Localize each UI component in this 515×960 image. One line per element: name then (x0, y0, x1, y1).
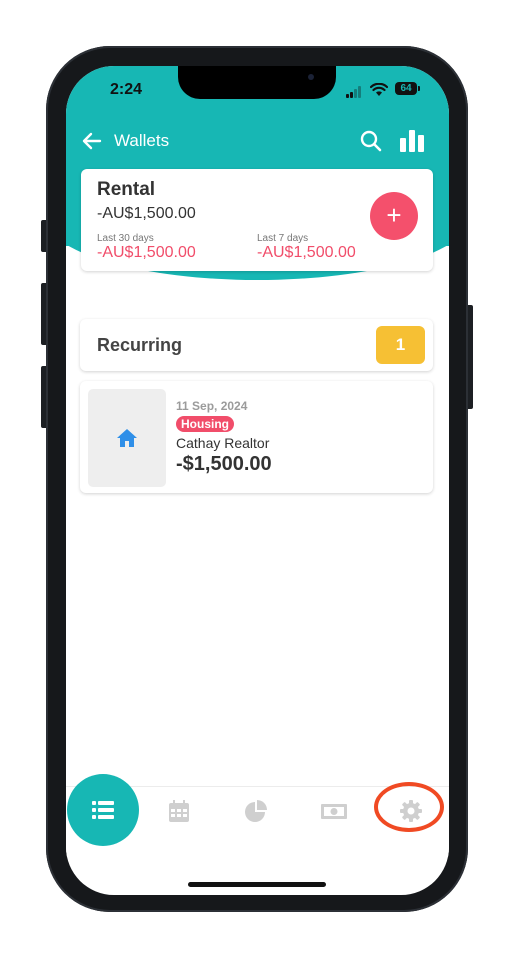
cash-icon[interactable] (320, 799, 348, 823)
signal-icon (346, 86, 364, 98)
wifi-icon (370, 83, 388, 96)
transaction-card[interactable]: 11 Sep, 2024 Housing Cathay Realtor -$1,… (80, 381, 433, 493)
last-30-days-value: -AU$1,500.00 (97, 244, 196, 261)
status-time: 2:24 (110, 81, 143, 98)
category-badge: Housing (176, 416, 234, 432)
settings-highlight-circle (374, 782, 444, 832)
last-7-days-value: -AU$1,500.00 (257, 244, 356, 261)
phone-silent-switch (41, 220, 46, 252)
app-bar: Wallets (66, 126, 449, 156)
wallet-summary-card[interactable]: Rental -AU$1,500.00 Last 30 days -AU$1,5… (81, 169, 433, 271)
recurring-count-badge: 1 (376, 326, 425, 364)
home-indicator (188, 882, 326, 887)
bar-chart-icon[interactable] (399, 129, 425, 153)
wallet-name: Rental (97, 179, 156, 200)
transaction-amount: -$1,500.00 (176, 453, 272, 475)
battery-tip (418, 86, 420, 91)
phone-volume-up (41, 283, 46, 345)
phone-power-button (468, 305, 473, 409)
pie-chart-icon[interactable] (244, 799, 268, 823)
last-30-days-label: Last 30 days (97, 233, 154, 244)
recurring-header[interactable]: Recurring 1 (80, 319, 433, 371)
last-7-days-label: Last 7 days (257, 233, 309, 244)
transaction-payee: Cathay Realtor (176, 435, 270, 451)
wallet-balance: -AU$1,500.00 (97, 205, 196, 222)
transaction-thumbnail (88, 389, 166, 487)
page-title: Wallets (114, 131, 170, 150)
calendar-icon[interactable] (167, 799, 191, 823)
add-transaction-button[interactable]: + (370, 192, 418, 240)
phone-volume-down (41, 366, 46, 428)
search-icon[interactable] (360, 130, 382, 152)
list-icon (92, 801, 114, 819)
back-arrow-icon[interactable] (82, 131, 102, 151)
battery-icon: 64 (395, 82, 417, 95)
app-screen: 2:24 64 Wallets Rental -AU$1,500.00 Last… (66, 66, 449, 895)
notch (178, 66, 336, 99)
recurring-title: Recurring (97, 335, 183, 355)
nav-item-transactions[interactable] (67, 774, 139, 846)
house-icon (117, 429, 137, 447)
transaction-date: 11 Sep, 2024 (176, 399, 248, 413)
front-camera (308, 74, 314, 80)
